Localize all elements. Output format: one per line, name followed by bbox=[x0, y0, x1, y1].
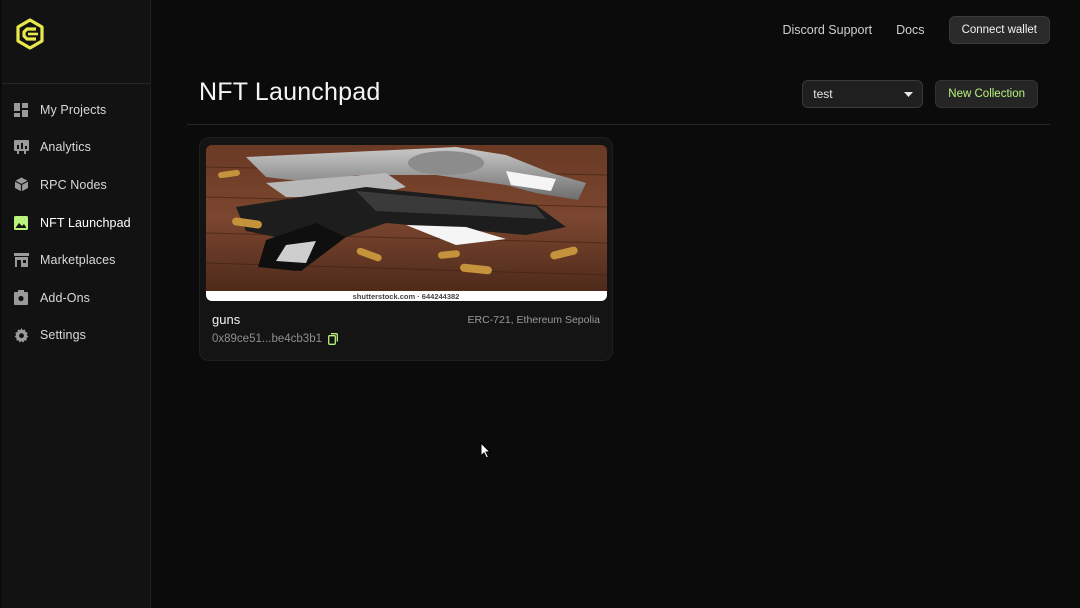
sidebar-item-settings[interactable]: Settings bbox=[2, 317, 150, 355]
header-divider bbox=[187, 124, 1050, 125]
cube-icon bbox=[13, 177, 29, 193]
page-controls: test New Collection bbox=[802, 80, 1038, 108]
page-title: NFT Launchpad bbox=[199, 78, 381, 106]
sidebar-nav: My Projects Analytics RPC Nodes NFT Laun… bbox=[2, 84, 150, 354]
logo-area bbox=[2, 0, 150, 84]
header-links: Discord Support Docs Connect wallet bbox=[782, 16, 1050, 44]
gear-icon bbox=[13, 327, 29, 343]
mouse-cursor-icon bbox=[480, 441, 492, 464]
sidebar-item-add-ons[interactable]: Add-Ons bbox=[2, 279, 150, 317]
sidebar: My Projects Analytics RPC Nodes NFT Laun… bbox=[2, 0, 151, 608]
contract-address: 0x89ce51...be4cb3b1 bbox=[212, 333, 338, 345]
dashboard-grid-icon bbox=[13, 102, 29, 118]
sidebar-item-label: NFT Launchpad bbox=[40, 215, 131, 230]
project-select[interactable]: test bbox=[802, 80, 924, 108]
sidebar-item-label: Marketplaces bbox=[40, 253, 116, 268]
collection-image: shutterstock.com · 644244382 bbox=[206, 145, 607, 301]
contract-address-text: 0x89ce51...be4cb3b1 bbox=[212, 333, 322, 345]
sidebar-item-label: Settings bbox=[40, 328, 86, 343]
new-collection-button[interactable]: New Collection bbox=[935, 80, 1038, 108]
sidebar-item-analytics[interactable]: Analytics bbox=[2, 129, 150, 167]
sidebar-item-marketplaces[interactable]: Marketplaces bbox=[2, 241, 150, 279]
sidebar-item-nft-launchpad[interactable]: NFT Launchpad bbox=[2, 204, 150, 242]
sidebar-item-rpc-nodes[interactable]: RPC Nodes bbox=[2, 166, 150, 204]
sidebar-item-my-projects[interactable]: My Projects bbox=[2, 91, 150, 129]
sidebar-item-label: My Projects bbox=[40, 102, 107, 117]
chart-board-icon bbox=[13, 139, 29, 155]
image-watermark: shutterstock.com · 644244382 bbox=[353, 292, 460, 301]
collection-standard-network: ERC-721, Ethereum Sepolia bbox=[467, 314, 601, 326]
collection-card[interactable]: shutterstock.com · 644244382 guns ERC-72… bbox=[199, 137, 613, 361]
storefront-icon bbox=[13, 252, 29, 268]
copy-icon[interactable] bbox=[328, 333, 338, 345]
sidebar-item-label: Analytics bbox=[40, 140, 91, 155]
discord-support-link[interactable]: Discord Support bbox=[782, 23, 872, 37]
brand-logo-icon[interactable] bbox=[14, 18, 46, 50]
project-select-value: test bbox=[813, 87, 833, 101]
connect-wallet-button[interactable]: Connect wallet bbox=[948, 16, 1050, 44]
caret-down-icon bbox=[904, 91, 914, 97]
docs-link[interactable]: Docs bbox=[896, 23, 924, 37]
image-icon bbox=[13, 215, 29, 231]
addon-box-icon bbox=[13, 290, 29, 306]
collection-name: guns bbox=[212, 312, 241, 327]
sidebar-item-label: RPC Nodes bbox=[40, 177, 107, 192]
sidebar-item-label: Add-Ons bbox=[40, 290, 91, 305]
app-root: My Projects Analytics RPC Nodes NFT Laun… bbox=[0, 0, 1080, 608]
